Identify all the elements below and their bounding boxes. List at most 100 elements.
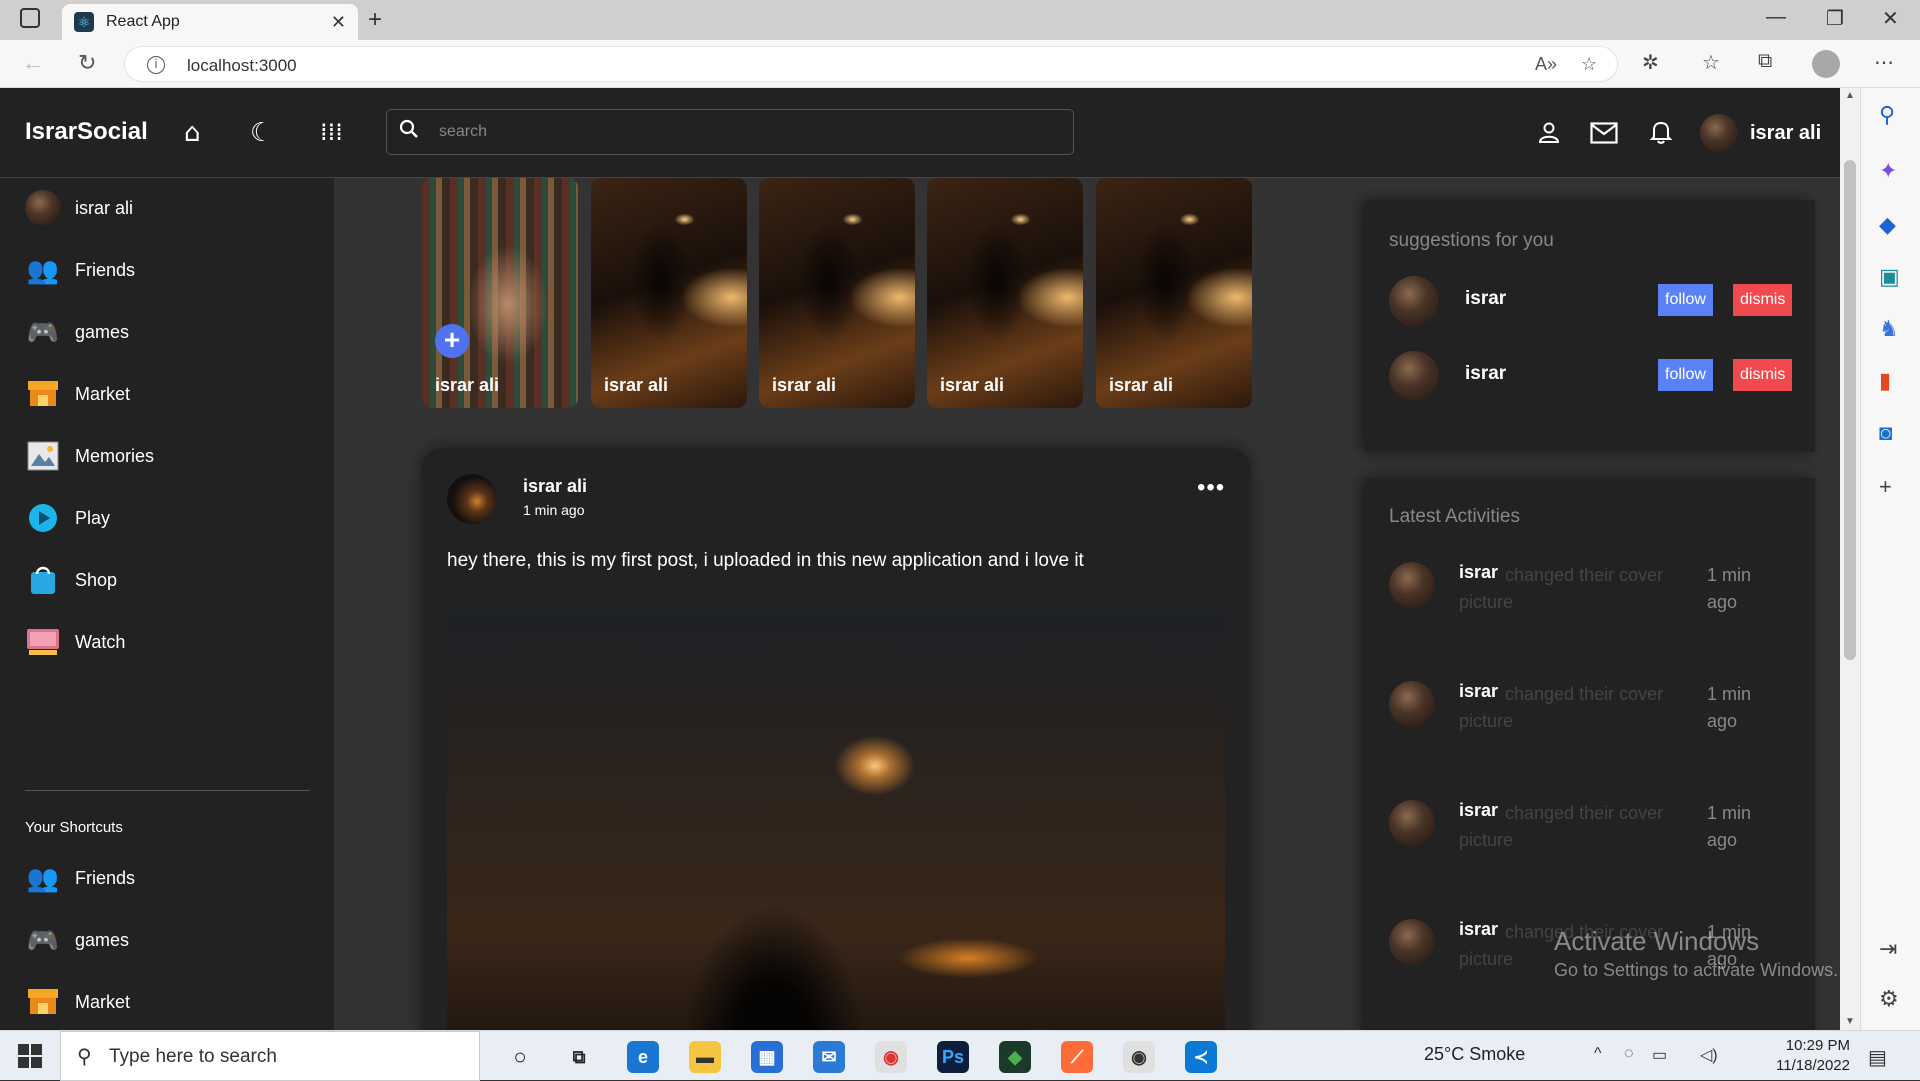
- edge-icon[interactable]: e: [627, 1041, 659, 1073]
- avatar[interactable]: [1389, 276, 1439, 326]
- read-aloud-icon[interactable]: A»: [1535, 54, 1557, 75]
- close-window-icon[interactable]: ✕: [1882, 6, 1899, 31]
- story-card[interactable]: israr ali: [1096, 178, 1252, 408]
- scroll-down-icon[interactable]: ▼: [1845, 1016, 1855, 1027]
- person-icon[interactable]: [1537, 120, 1561, 144]
- activity-user[interactable]: israr: [1459, 800, 1498, 821]
- avatar[interactable]: [1389, 919, 1435, 965]
- sidebar-item-play[interactable]: Play: [25, 498, 110, 538]
- story-card-own[interactable]: + israr ali: [422, 178, 578, 408]
- sidebar-item-market[interactable]: Market: [25, 374, 130, 414]
- network-icon[interactable]: ◌: [1624, 1045, 1634, 1063]
- avatar[interactable]: [1389, 681, 1435, 727]
- shortcut-item-games[interactable]: 🎮 games: [25, 920, 129, 960]
- url-field[interactable]: i localhost:3000 A» ☆: [124, 46, 1618, 82]
- sidebar-item-watch[interactable]: Watch: [25, 622, 125, 662]
- scroll-up-icon[interactable]: ▲: [1845, 90, 1855, 101]
- windows-start-icon[interactable]: [18, 1044, 42, 1068]
- sidebar-item-memories[interactable]: Memories: [25, 436, 154, 476]
- home-icon[interactable]: ⌂: [184, 118, 201, 148]
- volume-icon[interactable]: ◁): [1700, 1045, 1718, 1065]
- favorites-icon[interactable]: ☆: [1702, 50, 1720, 75]
- activity-user[interactable]: israr: [1459, 681, 1498, 702]
- reload-icon[interactable]: ↻: [78, 50, 96, 76]
- shortcut-item-market[interactable]: Market: [25, 982, 130, 1022]
- dismiss-button[interactable]: dismis: [1733, 284, 1793, 316]
- activity-user[interactable]: israr: [1459, 919, 1498, 940]
- post-image[interactable]: [447, 610, 1225, 1030]
- logo[interactable]: IsrarSocial: [25, 118, 148, 146]
- office-icon[interactable]: ▮: [1879, 368, 1891, 394]
- notifications-icon[interactable]: [1648, 119, 1674, 145]
- current-user-menu[interactable]: israr ali: [1700, 114, 1821, 152]
- more-menu-icon[interactable]: ⋯: [1874, 50, 1894, 75]
- dark-mode-icon[interactable]: ☾: [250, 118, 273, 148]
- browser-tab[interactable]: ⚛ React App ✕: [62, 4, 358, 40]
- activity-time: 1 min ago: [1707, 565, 1752, 612]
- postman-icon[interactable]: ⟋: [1061, 1041, 1093, 1073]
- site-info-icon[interactable]: i: [147, 56, 165, 74]
- new-tab-icon[interactable]: +: [368, 6, 382, 34]
- dismiss-button[interactable]: dismis: [1733, 359, 1793, 391]
- avatar[interactable]: [1389, 800, 1435, 846]
- post-author-avatar[interactable]: [447, 474, 497, 524]
- taskbar-clock[interactable]: 10:29 PM 11/18/2022: [1760, 1036, 1850, 1076]
- extensions-icon[interactable]: ✲: [1642, 50, 1659, 75]
- sidebar-item-shop[interactable]: Shop: [25, 560, 117, 600]
- sidebar-item-friends[interactable]: 👥 Friends: [25, 250, 135, 290]
- post-author-name[interactable]: israr ali: [523, 476, 587, 497]
- sidebar-item-games[interactable]: 🎮 games: [25, 312, 129, 352]
- avatar[interactable]: [1389, 351, 1439, 401]
- scrollbar-thumb[interactable]: [1844, 160, 1856, 660]
- file-explorer-icon[interactable]: ▬: [689, 1041, 721, 1073]
- add-story-icon[interactable]: +: [435, 324, 469, 358]
- avatar[interactable]: [1389, 562, 1435, 608]
- sidebar-item-profile[interactable]: israr ali: [25, 188, 133, 228]
- story-card[interactable]: israr ali: [591, 178, 747, 408]
- task-view-icon[interactable]: ⧉: [563, 1041, 595, 1073]
- games-icon[interactable]: ♞: [1879, 316, 1899, 342]
- close-tab-icon[interactable]: ✕: [331, 12, 346, 33]
- page-scrollbar[interactable]: ▲ ▼: [1840, 88, 1860, 1030]
- notification-center-icon[interactable]: ▤: [1868, 1045, 1887, 1070]
- tag-icon[interactable]: ◆: [1879, 212, 1896, 238]
- sidebar-toggle-icon[interactable]: [20, 8, 40, 28]
- story-card[interactable]: israr ali: [759, 178, 915, 408]
- sparkle-icon[interactable]: ✦: [1879, 158, 1897, 184]
- search-input[interactable]: [439, 118, 1039, 146]
- add-favorite-icon[interactable]: ☆: [1581, 54, 1597, 75]
- weather-widget[interactable]: 25°C Smoke: [1424, 1044, 1525, 1065]
- store-icon[interactable]: ▦: [751, 1041, 783, 1073]
- restore-icon[interactable]: ❐: [1826, 6, 1844, 31]
- add-icon[interactable]: +: [1879, 474, 1892, 500]
- sidebar-collapse-icon[interactable]: ⇥: [1879, 936, 1897, 962]
- mongodb-icon[interactable]: ◆: [999, 1041, 1031, 1073]
- activity-user[interactable]: israr: [1459, 562, 1498, 583]
- cortana-icon[interactable]: ○: [504, 1041, 536, 1073]
- follow-button[interactable]: follow: [1658, 359, 1713, 391]
- mail-icon[interactable]: [1590, 122, 1618, 144]
- suggestion-name[interactable]: israr: [1465, 288, 1506, 310]
- mail-app-icon[interactable]: ✉: [813, 1041, 845, 1073]
- back-icon[interactable]: ←: [22, 50, 44, 76]
- post-more-options-icon[interactable]: •••: [1197, 474, 1225, 502]
- vscode-icon[interactable]: ≺: [1185, 1041, 1217, 1073]
- collections-icon[interactable]: ⧉: [1758, 50, 1772, 73]
- story-card[interactable]: israr ali: [927, 178, 1083, 408]
- settings-gear-icon[interactable]: ⚙: [1879, 986, 1899, 1012]
- suggestion-name[interactable]: israr: [1465, 363, 1506, 385]
- toolbox-icon[interactable]: ▣: [1879, 264, 1900, 290]
- follow-button[interactable]: follow: [1658, 284, 1713, 316]
- battery-icon[interactable]: ▭: [1652, 1045, 1667, 1065]
- tray-chevron-icon[interactable]: ^: [1594, 1045, 1602, 1063]
- photoshop-icon[interactable]: Ps: [937, 1041, 969, 1073]
- profile-icon[interactable]: [1812, 50, 1840, 78]
- taskbar-search[interactable]: ⚲ Type here to search: [60, 1031, 480, 1081]
- chrome-icon[interactable]: ◉: [875, 1041, 907, 1073]
- search-icon[interactable]: ⚲: [1879, 102, 1895, 128]
- outlook-icon[interactable]: ◙: [1879, 420, 1892, 446]
- chrome-profile-icon[interactable]: ◉: [1123, 1041, 1155, 1073]
- apps-grid-icon[interactable]: ⁞⁞⁞: [320, 118, 343, 146]
- minimize-icon[interactable]: —: [1766, 6, 1786, 29]
- shortcut-item-friends[interactable]: 👥 Friends: [25, 858, 135, 898]
